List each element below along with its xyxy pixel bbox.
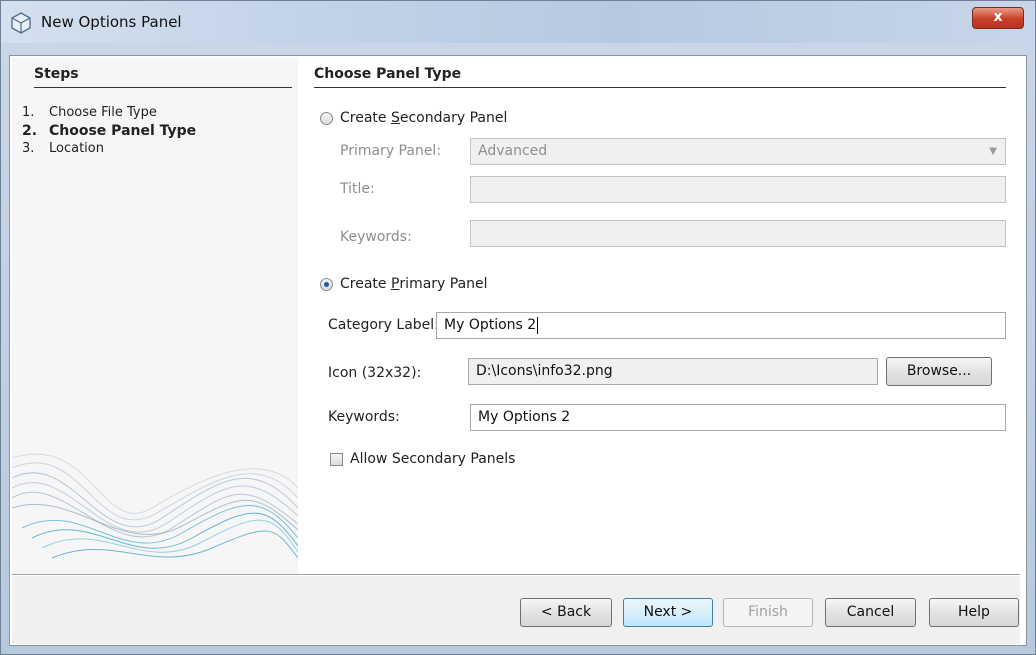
radio-label-prefix: Create bbox=[340, 276, 391, 292]
netbeans-cube-icon bbox=[11, 12, 31, 34]
title-field[interactable] bbox=[470, 176, 1006, 203]
primary-keywords-label: Keywords: bbox=[328, 409, 400, 425]
title-bar: New Options Panel x bbox=[1, 1, 1035, 43]
radio-label-mnemonic: P bbox=[390, 276, 400, 292]
checkbox-unchecked[interactable] bbox=[330, 452, 343, 466]
step-label: Choose Panel Type bbox=[49, 123, 197, 139]
steps-pane: Steps 1. Choose File Type 2. Choose Pane… bbox=[12, 58, 298, 574]
radio-label-suffix: rimary Panel bbox=[399, 276, 488, 292]
finish-button[interactable]: Finish bbox=[723, 598, 813, 627]
step-label: Location bbox=[49, 141, 104, 156]
window-title: New Options Panel bbox=[41, 13, 182, 31]
primary-panel-dropdown[interactable]: Advanced ▼ bbox=[470, 138, 1006, 165]
step-number: 1. bbox=[22, 105, 35, 120]
secondary-keywords-field[interactable] bbox=[470, 220, 1006, 247]
secondary-keywords-label: Keywords: bbox=[340, 229, 412, 245]
steps-list: 1. Choose File Type 2. Choose Panel Type… bbox=[22, 104, 196, 158]
step-item-location: 3. Location bbox=[22, 140, 196, 158]
radio-label-suffix: econdary Panel bbox=[399, 110, 508, 126]
chevron-down-icon: ▼ bbox=[989, 146, 997, 157]
main-pane: Choose Panel Type Create Secondary Panel… bbox=[300, 58, 1020, 574]
help-button[interactable]: Help bbox=[929, 598, 1019, 627]
category-label-field[interactable]: My Options 2 bbox=[436, 312, 1006, 339]
footer-divider bbox=[12, 574, 1020, 575]
next-button[interactable]: Next > bbox=[623, 598, 713, 627]
radio-button-off[interactable] bbox=[320, 111, 333, 125]
cancel-button[interactable]: Cancel bbox=[825, 598, 916, 627]
close-button[interactable]: x bbox=[972, 7, 1024, 29]
radio-label-prefix: Create bbox=[340, 110, 391, 126]
browse-button[interactable]: Browse... bbox=[886, 357, 992, 386]
radio-label-mnemonic: S bbox=[390, 110, 400, 126]
steps-divider bbox=[34, 87, 292, 88]
back-button[interactable]: < Back bbox=[520, 598, 612, 627]
create-secondary-panel-radio[interactable]: Create Secondary Panel bbox=[320, 110, 507, 126]
primary-keywords-field[interactable]: My Options 2 bbox=[470, 404, 1006, 431]
section-heading: Choose Panel Type bbox=[314, 66, 462, 82]
category-label-value: My Options 2 bbox=[444, 317, 537, 333]
primary-panel-selected: Advanced bbox=[478, 143, 548, 159]
step-item-choose-panel-type: 2. Choose Panel Type bbox=[22, 122, 196, 140]
allow-secondary-panels-checkbox[interactable]: Allow Secondary Panels bbox=[330, 451, 515, 467]
category-label: Category Label: bbox=[328, 317, 439, 333]
step-number: 3. bbox=[22, 141, 35, 156]
section-divider bbox=[314, 87, 1006, 88]
wave-decoration-image bbox=[12, 453, 298, 559]
icon-path-field[interactable]: D:\Icons\info32.png bbox=[468, 358, 878, 385]
steps-heading: Steps bbox=[34, 66, 79, 82]
button-bar: < Back Next > Finish Cancel Help bbox=[12, 576, 1020, 644]
icon-label: Icon (32x32): bbox=[328, 365, 422, 381]
step-item-choose-file-type: 1. Choose File Type bbox=[22, 104, 196, 122]
text-cursor bbox=[537, 316, 539, 334]
primary-panel-label: Primary Panel: bbox=[340, 143, 442, 159]
step-number: 2. bbox=[22, 123, 38, 139]
radio-button-on[interactable] bbox=[320, 277, 333, 291]
create-primary-panel-radio[interactable]: Create Primary Panel bbox=[320, 276, 488, 292]
title-label: Title: bbox=[340, 181, 375, 197]
step-label: Choose File Type bbox=[49, 105, 157, 120]
checkbox-label: Allow Secondary Panels bbox=[350, 451, 516, 467]
